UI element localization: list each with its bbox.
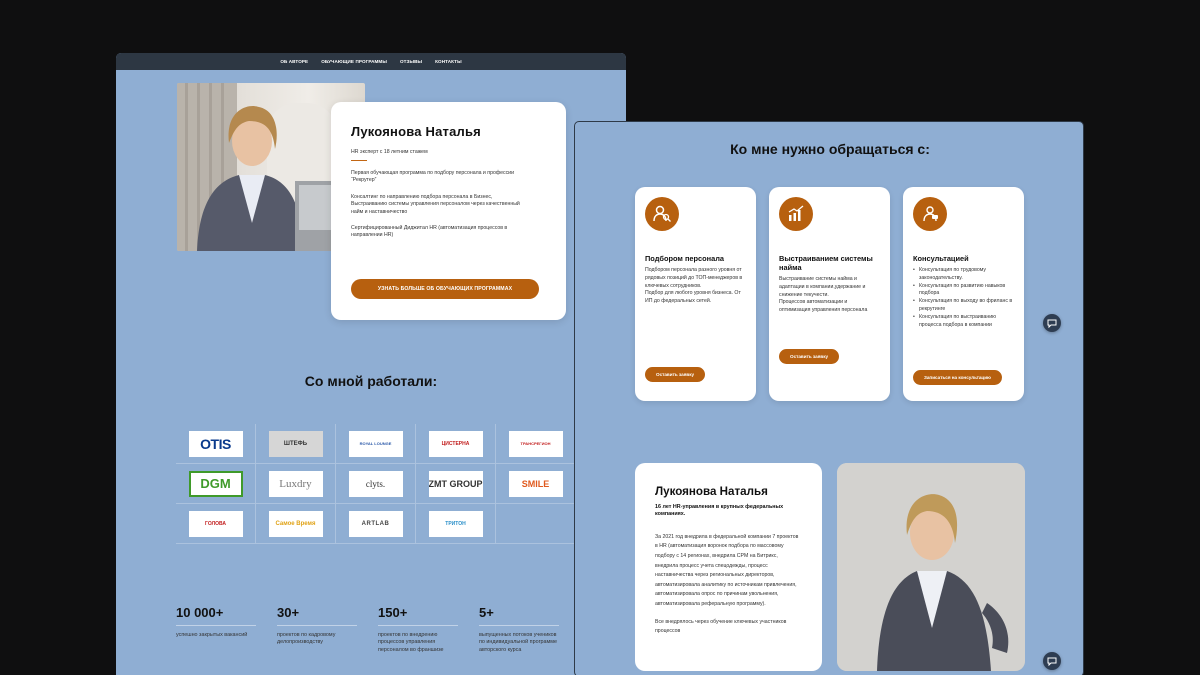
service-list: Консультация по трудовому законодательст…	[913, 267, 1014, 329]
top-nav: ОБ АВТОРЕ ОБУЧАЮЩИЕ ПРОГРАММЫ ОТЗЫВЫ КОН…	[116, 53, 626, 70]
service-card-consulting: Консультацией Консультация по трудовому …	[903, 187, 1024, 401]
growth-chart-icon	[779, 197, 813, 231]
about-photo	[837, 463, 1025, 671]
client-logo-triton: ТРИТОН	[428, 510, 483, 537]
apply-button[interactable]: Оставить заявку	[645, 367, 706, 382]
service-card-hiring-system: Выстраиванием системы найма Выстраивание…	[769, 187, 890, 401]
client-logo-cisterna: ЦИСТЕРНА	[428, 430, 483, 457]
service-list-item: Консультация по развитию навыков подбора	[913, 283, 1014, 299]
service-title: Выстраиванием системы найма	[779, 254, 873, 272]
service-description: Подбором персонала разного уровня от ряд…	[645, 267, 743, 305]
stats-row: 10 000+ успешно закрытых вакансий 30+ пр…	[176, 605, 580, 654]
about-name: Лукоянова Наталья	[655, 485, 768, 498]
book-consultation-button[interactable]: Записаться на консультацию	[913, 370, 1002, 385]
hero-subtitle: HR эксперт с 18 летним стажем	[351, 149, 428, 155]
clients-title: Со мной работали:	[304, 373, 438, 389]
service-card-recruiting: Подбором персонала Подбором персонала ра…	[635, 187, 756, 401]
apply-button[interactable]: Оставить заявку	[779, 349, 840, 364]
learn-more-button[interactable]: УЗНАТЬ БОЛЬШЕ ОБ ОБУЧАЮЩИХ ПРОГРАММАХ	[351, 279, 539, 299]
about-card: Лукоянова Наталья 16 лет HR-управления в…	[635, 463, 822, 671]
nav-reviews[interactable]: ОТЗЫВЫ	[400, 59, 422, 64]
client-logo-artlab: ARTLAB	[348, 510, 403, 537]
client-logo-dgm: DGM	[188, 470, 243, 497]
client-logo-transregion: ТРАНСРЕГИОН	[508, 430, 563, 457]
service-list-item: Консультация по выходу во фриланс в рекр…	[913, 298, 1014, 314]
client-logo-otis: OTIS	[188, 430, 243, 457]
about-paragraph: Все внедрялось через обучение ключевых у…	[655, 618, 787, 635]
service-description: Выстраивание системы найма и адаптации в…	[779, 276, 868, 314]
stat-item: 30+ проектов по кадровому делопроизводст…	[277, 605, 378, 654]
stat-number: 150+	[378, 605, 408, 620]
chat-icon[interactable]	[1043, 314, 1061, 332]
stat-number: 10 000+	[176, 605, 224, 620]
service-list-item: Консультация по трудовому законодательст…	[913, 267, 1014, 283]
client-logo-samoe-vremya: Самое Время	[268, 510, 323, 537]
client-logo-clyts: clyts.	[348, 470, 403, 497]
landing-page-right: Ко мне нужно обращаться с: Подбором перс…	[574, 121, 1084, 675]
stat-item: 10 000+ успешно закрытых вакансий	[176, 605, 277, 654]
hero-paragraph: Консалтинг по направлению подбора персон…	[351, 193, 520, 215]
service-title: Консультацией	[913, 254, 969, 263]
accent-divider	[351, 160, 367, 161]
people-search-icon	[645, 197, 679, 231]
nav-programs[interactable]: ОБУЧАЮЩИЕ ПРОГРАММЫ	[321, 59, 387, 64]
stat-label: выпущенных потоков учеников по индивидуа…	[479, 632, 557, 653]
stat-item: 150+ проектов по внедрению процессов упр…	[378, 605, 479, 654]
nav-contacts[interactable]: КОНТАКТЫ	[435, 59, 462, 64]
client-logo-smile: SMILE	[508, 470, 563, 497]
client-logo-zmt: ZMT GROUP	[428, 470, 483, 497]
stat-divider	[378, 625, 458, 626]
landing-page-left: ОБ АВТОРЕ ОБУЧАЮЩИЕ ПРОГРАММЫ ОТЗЫВЫ КОН…	[116, 53, 626, 675]
consultant-icon	[913, 197, 947, 231]
client-logo-golova: ГОЛОВА	[188, 510, 243, 537]
stat-label: успешно закрытых вакансий	[176, 632, 248, 638]
client-logo-luxdry: Luxdry	[268, 470, 323, 497]
hero-paragraph: Сертифицированный Диджитал HR (автоматиз…	[351, 225, 508, 239]
services-title: Ко мне нужно обращаться с:	[730, 141, 930, 157]
client-logo-shtef: ШТЕФЬ	[268, 430, 323, 457]
stat-divider	[176, 625, 256, 626]
service-list-item: Консультация по выстраиванию процесса по…	[913, 314, 1014, 330]
stat-item: 5+ выпущенных потоков учеников по индиви…	[479, 605, 580, 654]
stat-label: проектов по кадровому делопроизводству	[277, 632, 336, 646]
stat-divider	[277, 625, 357, 626]
service-title: Подбором персонала	[645, 254, 725, 263]
hero-name: Лукоянова Наталья	[351, 124, 481, 139]
stat-label: проектов по внедрению процессов управлен…	[378, 632, 444, 653]
stat-divider	[479, 625, 559, 626]
client-logo-grid: OTIS ШТЕФЬ ROYAL LOUNGE ЦИСТЕРНА ТРАНСРЕ…	[176, 424, 576, 544]
chat-icon[interactable]	[1043, 652, 1061, 670]
hero-paragraph: Первая обучающая программа по подбору пе…	[351, 170, 514, 184]
stat-number: 30+	[277, 605, 300, 620]
about-subtitle: 16 лет HR-управления в крупных федеральн…	[655, 504, 784, 518]
nav-about[interactable]: ОБ АВТОРЕ	[280, 59, 308, 64]
hero-card: Лукоянова Наталья HR эксперт с 18 летним…	[331, 102, 566, 320]
client-logo-royal-lounge: ROYAL LOUNGE	[348, 430, 403, 457]
about-paragraph: За 2021 год внедрила в федеральной компа…	[655, 533, 799, 607]
stat-number: 5+	[479, 605, 494, 620]
